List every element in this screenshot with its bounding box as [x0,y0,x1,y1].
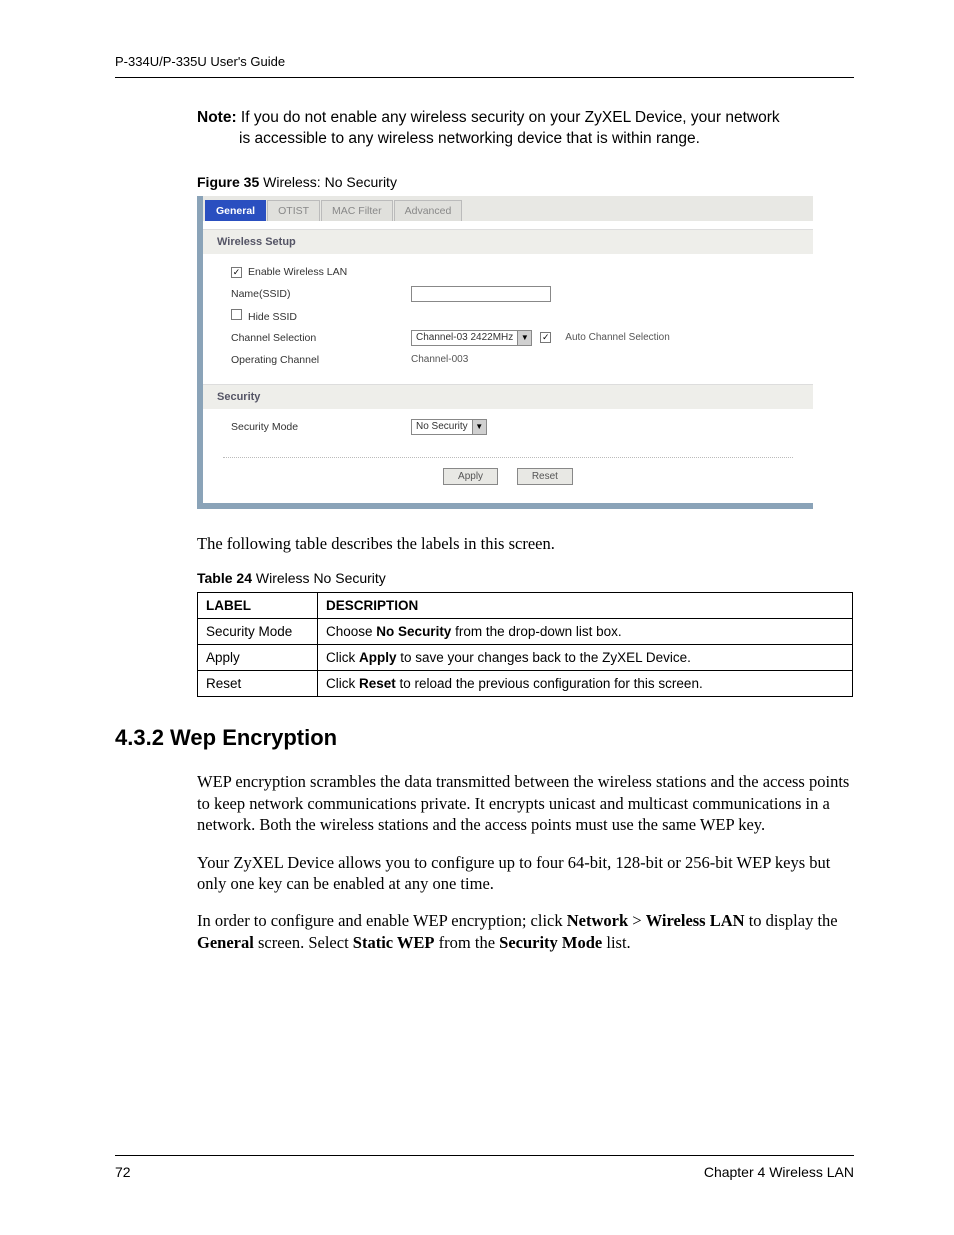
tab-general[interactable]: General [205,200,266,221]
table-header-row: LABEL DESCRIPTION [198,593,853,619]
th-label: LABEL [198,593,318,619]
operating-channel-value: Channel-003 [411,354,468,365]
apply-button[interactable]: Apply [443,468,498,485]
note-text-1: If you do not enable any wireless securi… [237,109,780,126]
auto-channel-label: Auto Channel Selection [565,332,670,343]
hide-ssid-label: Hide SSID [248,311,297,323]
operating-channel-label: Operating Channel [231,354,411,366]
enable-wlan-label: Enable Wireless LAN [248,266,347,278]
figure-label: Figure 35 [197,174,259,190]
chevron-down-icon: ▼ [472,420,486,434]
cell-description: Choose No Security from the drop-down li… [318,619,853,645]
security-mode-value: No Security [412,421,472,432]
note-label: Note: [197,109,237,126]
section-wireless-setup: Wireless Setup [203,229,813,254]
tab-advanced[interactable]: Advanced [394,200,463,221]
tab-mac-filter[interactable]: MAC Filter [321,200,393,221]
cell-label: Reset [198,671,318,697]
hide-ssid-checkbox[interactable] [231,309,242,320]
chevron-down-icon: ▼ [517,331,531,345]
paragraph: WEP encryption scrambles the data transm… [197,771,854,835]
note-block: Note: If you do not enable any wireless … [197,108,854,150]
wireless-config-screenshot: General OTIST MAC Filter Advanced Wirele… [197,196,813,509]
table-intro-text: The following table describes the labels… [197,533,854,554]
reset-button[interactable]: Reset [517,468,573,485]
figure-caption: Figure 35 Wireless: No Security [197,174,854,190]
tab-otist[interactable]: OTIST [267,200,320,221]
cell-label: Apply [198,645,318,671]
section-security: Security [203,384,813,409]
channel-select-value: Channel-03 2422MHz [412,332,517,343]
channel-select[interactable]: Channel-03 2422MHz ▼ [411,330,532,346]
table-row: Security Mode Choose No Security from th… [198,619,853,645]
table-title: Wireless No Security [252,570,386,586]
cell-label: Security Mode [198,619,318,645]
note-text-2: is accessible to any wireless networking… [197,129,854,150]
security-mode-label: Security Mode [231,421,411,433]
page-footer: 72 Chapter 4 Wireless LAN [115,1155,854,1180]
auto-channel-checkbox[interactable]: ✓ [540,332,551,343]
cell-description: Click Reset to reload the previous confi… [318,671,853,697]
ssid-label: Name(SSID) [231,288,411,300]
tab-bar: General OTIST MAC Filter Advanced [203,196,813,221]
page-number: 72 [115,1164,131,1180]
figure-title: Wireless: No Security [259,174,397,190]
table-row: Apply Click Apply to save your changes b… [198,645,853,671]
running-header: P-334U/P-335U User's Guide [115,54,854,78]
security-mode-select[interactable]: No Security ▼ [411,419,487,435]
section-heading: 4.3.2 Wep Encryption [115,725,854,751]
paragraph: Your ZyXEL Device allows you to configur… [197,852,854,895]
channel-selection-label: Channel Selection [231,332,411,344]
enable-wlan-checkbox[interactable]: ✓ [231,267,242,278]
table-row: Reset Click Reset to reload the previous… [198,671,853,697]
paragraph: In order to configure and enable WEP enc… [197,910,854,953]
ssid-input[interactable] [411,286,551,302]
table-caption: Table 24 Wireless No Security [197,570,854,586]
table-label: Table 24 [197,570,252,586]
description-table: LABEL DESCRIPTION Security Mode Choose N… [197,592,853,697]
cell-description: Click Apply to save your changes back to… [318,645,853,671]
chapter-label: Chapter 4 Wireless LAN [704,1164,854,1180]
th-description: DESCRIPTION [318,593,853,619]
